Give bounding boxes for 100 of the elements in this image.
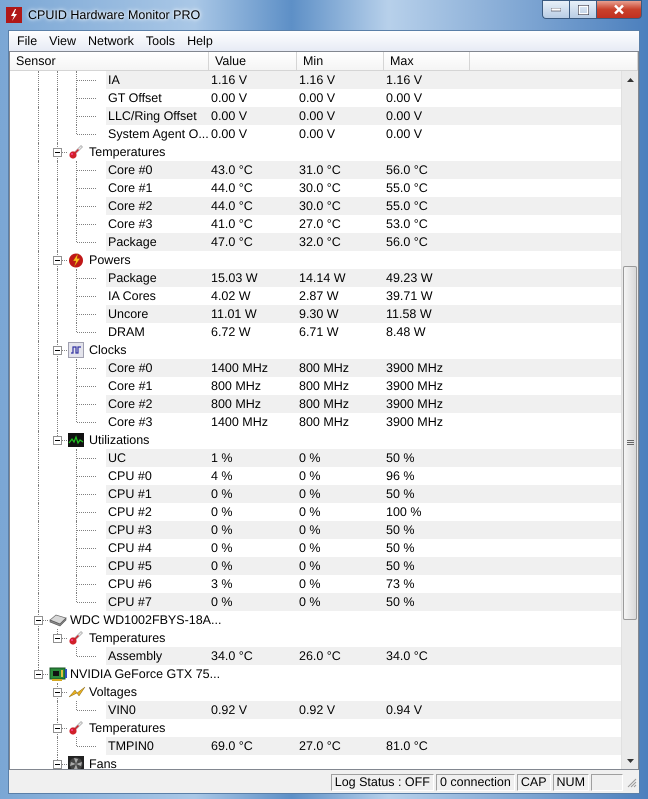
max-cell-text: 81.0 °C — [385, 739, 429, 753]
sensor-name[interactable]: Core #3 — [106, 415, 209, 429]
collapse-icon[interactable] — [34, 670, 43, 679]
value-cell-text: 0.00 V — [210, 91, 248, 105]
sensor-name[interactable]: Core #1 — [106, 181, 209, 195]
sensor-name[interactable]: Core #2 — [106, 397, 209, 411]
value-cell-text: 0 % — [210, 595, 234, 609]
sensor-name[interactable]: GT Offset — [106, 91, 209, 105]
min-cell-text: 0 % — [298, 451, 322, 465]
group-name[interactable]: Temperatures — [86, 719, 166, 737]
up-arrow-icon — [626, 78, 634, 82]
value-cell-text: 41.0 °C — [210, 217, 254, 231]
group-name[interactable]: Temperatures — [86, 143, 166, 161]
collapse-icon[interactable] — [53, 634, 62, 643]
empty-status-panel — [591, 774, 623, 790]
device-name[interactable]: WDC WD1002FBYS-18A... — [67, 611, 222, 629]
collapse-icon[interactable] — [53, 148, 62, 157]
column-header[interactable]: Min — [297, 52, 384, 70]
max-cell-text: 0.00 V — [385, 127, 424, 141]
sensor-name[interactable]: CPU #2 — [106, 505, 209, 519]
menu-item[interactable]: View — [43, 34, 82, 48]
max-cell-text: 56.0 °C — [385, 163, 429, 177]
sensor-name[interactable]: Assembly — [106, 649, 209, 663]
lightning-icon — [68, 686, 86, 698]
max-cell-text: 3900 MHz — [385, 379, 444, 393]
sensor-name[interactable]: CPU #1 — [106, 487, 209, 501]
max-cell-text: 3900 MHz — [385, 415, 444, 429]
group-name[interactable]: Fans — [86, 755, 117, 769]
menu-item[interactable]: Tools — [140, 34, 182, 48]
max-cell-text: 50 % — [385, 523, 416, 537]
group-name[interactable]: Powers — [86, 251, 131, 269]
min-cell-text: 27.0 °C — [298, 217, 342, 231]
sensor-name[interactable]: IA — [106, 73, 209, 87]
column-header[interactable]: Sensor — [10, 52, 209, 70]
min-cell-text: 1.16 V — [298, 73, 336, 87]
menu-item[interactable]: Network — [82, 34, 140, 48]
group-name[interactable]: Temperatures — [86, 629, 166, 647]
sensor-name[interactable]: CPU #5 — [106, 559, 209, 573]
collapse-icon[interactable] — [53, 724, 62, 733]
value-cell-text: 4.02 W — [210, 289, 252, 303]
group-name[interactable]: Clocks — [86, 341, 127, 359]
sensor-name[interactable]: Package — [106, 235, 209, 249]
sensor-name[interactable]: VIN0 — [106, 703, 209, 717]
column-header[interactable]: Value — [209, 52, 297, 70]
max-cell-text: 55.0 °C — [385, 199, 429, 213]
sensor-name[interactable]: CPU #0 — [106, 469, 209, 483]
sensor-name[interactable]: CPU #6 — [106, 577, 209, 591]
column-header[interactable]: Max — [384, 52, 470, 70]
menu-item[interactable]: File — [11, 34, 44, 48]
collapse-icon[interactable] — [53, 346, 62, 355]
group-name[interactable]: Utilizations — [86, 431, 150, 449]
value-cell-text: 0 % — [210, 505, 234, 519]
min-cell-text: 0 % — [298, 469, 322, 483]
min-cell-text: 0.00 V — [298, 109, 336, 123]
status-panel: 0 connection — [436, 774, 515, 790]
max-cell-text: 53.0 °C — [385, 217, 429, 231]
collapse-icon[interactable] — [53, 256, 62, 265]
square-wave-icon — [68, 342, 84, 358]
sensor-name[interactable]: Uncore — [106, 307, 209, 321]
minimize-button[interactable] — [542, 0, 569, 19]
value-cell-text: 1.16 V — [210, 73, 248, 87]
max-cell-text: 3900 MHz — [385, 397, 444, 411]
sensor-name[interactable]: CPU #7 — [106, 595, 209, 609]
sensor-name[interactable]: CPU #4 — [106, 541, 209, 555]
sensor-name[interactable]: DRAM — [106, 325, 209, 339]
resize-grip-icon[interactable] — [625, 776, 637, 788]
sensor-name[interactable]: Core #3 — [106, 217, 209, 231]
collapse-icon[interactable] — [53, 688, 62, 697]
min-cell-text: 27.0 °C — [298, 739, 342, 753]
max-cell-text: 50 % — [385, 487, 416, 501]
max-cell-text: 3900 MHz — [385, 361, 444, 375]
close-button[interactable] — [596, 0, 642, 19]
collapse-icon[interactable] — [53, 760, 62, 769]
min-cell-text: 0.92 V — [298, 703, 336, 717]
sensor-name[interactable]: LLC/Ring Offset — [106, 109, 209, 123]
value-cell-text: 0.00 V — [210, 109, 248, 123]
value-cell-text: 44.0 °C — [210, 199, 254, 213]
thermometer-icon — [68, 720, 84, 736]
maximize-button[interactable] — [569, 0, 596, 19]
sensor-name[interactable]: Core #0 — [106, 361, 209, 375]
value-cell-text: 4 % — [210, 469, 234, 483]
max-cell-text: 55.0 °C — [385, 181, 429, 195]
sensor-name[interactable]: Package — [106, 271, 209, 285]
collapse-icon[interactable] — [53, 436, 62, 445]
sensor-name[interactable]: TMPIN0 — [106, 739, 209, 753]
sensor-name[interactable]: UC — [106, 451, 209, 465]
sensor-name[interactable]: Core #2 — [106, 199, 209, 213]
device-name[interactable]: NVIDIA GeForce GTX 75... — [67, 665, 220, 683]
collapse-icon[interactable] — [34, 616, 43, 625]
sensor-name[interactable]: Core #1 — [106, 379, 209, 393]
scroll-thumb[interactable] — [623, 266, 637, 620]
menu-item[interactable]: Help — [181, 34, 219, 48]
min-cell-text: 800 MHz — [298, 397, 350, 411]
sensor-name[interactable]: System Agent O... — [106, 127, 209, 141]
sensor-name[interactable]: IA Cores — [106, 289, 209, 303]
value-cell-text: 0.92 V — [210, 703, 248, 717]
sensor-name[interactable]: CPU #3 — [106, 523, 209, 537]
scrollbar[interactable] — [621, 71, 638, 769]
sensor-name[interactable]: Core #0 — [106, 163, 209, 177]
group-name[interactable]: Voltages — [86, 683, 137, 701]
